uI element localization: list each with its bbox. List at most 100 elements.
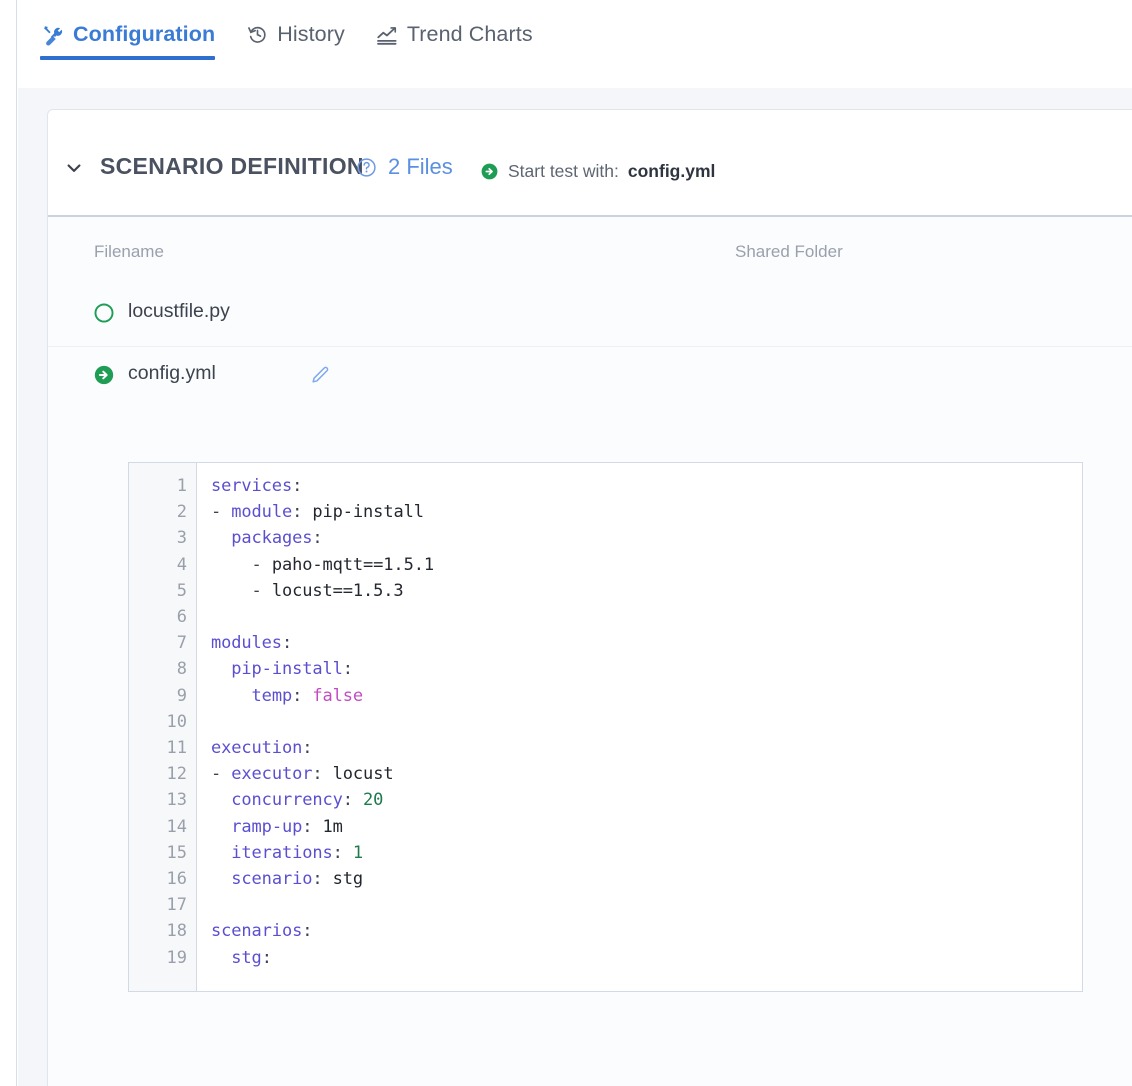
table-header-row: Filename Shared Folder: [48, 217, 1132, 285]
application-root: Configuration History Trend Charts SCENA…: [0, 0, 1132, 1086]
code-token: :: [312, 528, 323, 549]
code-line: execution:: [211, 735, 1082, 761]
code-line: - paho-mqtt==1.5.1: [211, 552, 1082, 578]
code-token: -: [211, 764, 232, 785]
section-title: SCENARIO DEFINITION: [100, 153, 364, 179]
tab-label: History: [277, 22, 345, 46]
tab-history[interactable]: History: [232, 22, 362, 60]
table-row[interactable]: config.yml: [48, 347, 1132, 408]
code-line: scenario: stg: [211, 866, 1082, 892]
code-token: iterations: [231, 842, 333, 863]
tab-configuration[interactable]: Configuration: [40, 22, 232, 60]
code-token: packages: [231, 528, 313, 549]
line-number: 17: [166, 895, 187, 916]
files-count-link[interactable]: 2 Files: [388, 154, 453, 180]
code-line: concurrency: 20: [211, 787, 1082, 813]
line-number: 18: [166, 921, 187, 942]
code-token: 20: [363, 790, 384, 811]
code-token: concurrency: [231, 790, 343, 811]
code-line: - executor: locust: [211, 761, 1082, 787]
code-token: :: [302, 738, 313, 759]
code-token: stg: [231, 947, 262, 968]
code-token: execution: [211, 738, 303, 759]
code-line: ramp-up: 1m: [211, 814, 1082, 840]
code-token: :: [312, 869, 333, 890]
code-line: iterations: 1: [211, 840, 1082, 866]
line-number: 4: [176, 554, 187, 575]
circle-outline-icon: [93, 302, 115, 324]
tab-active-indicator: [40, 56, 216, 60]
line-number: 19: [166, 947, 187, 968]
line-number: 7: [176, 633, 187, 654]
code-token: scenarios: [211, 921, 303, 942]
scenario-definition-card: SCENARIO DEFINITION 2 Files Start test w…: [48, 110, 1132, 1086]
code-line: services:: [211, 473, 1082, 499]
tab-label: Configuration: [73, 22, 216, 46]
code-token: :: [312, 764, 333, 785]
chevron-down-icon[interactable]: [63, 157, 85, 179]
code-token: paho-mqtt==1.5.1: [271, 554, 434, 575]
line-number: 2: [176, 502, 187, 523]
line-number: 15: [166, 842, 187, 863]
code-token: stg: [332, 869, 364, 890]
code-line: - module: pip-install: [211, 499, 1082, 525]
line-number: 8: [176, 659, 187, 680]
code-line: stg:: [211, 945, 1082, 971]
code-token: 1m: [322, 816, 343, 837]
code-token: -: [211, 580, 272, 601]
file-name: locustfile.py: [128, 300, 230, 322]
line-number: 10: [166, 711, 187, 732]
code-token: :: [292, 476, 303, 496]
start-test-filename: config.yml: [627, 161, 716, 181]
code-token: :: [332, 842, 353, 863]
pencil-edit-icon[interactable]: [310, 365, 331, 386]
tools-icon: [42, 24, 64, 46]
line-number: 9: [176, 685, 187, 706]
files-table: Filename Shared Folder locustfile.py con…: [48, 217, 1132, 1086]
code-token: pip-install: [231, 659, 343, 680]
code-token: -: [211, 554, 272, 575]
code-token: scenario: [231, 869, 313, 890]
line-number: 1: [176, 476, 187, 496]
tab-bar: Configuration History Trend Charts: [18, 0, 1132, 88]
code-content[interactable]: services: - module: pip-install packages:…: [197, 463, 1082, 991]
line-number: 14: [166, 816, 187, 837]
table-row[interactable]: locustfile.py: [48, 285, 1132, 347]
history-clock-icon: [246, 24, 268, 46]
code-token: modules: [211, 633, 282, 654]
question-circle-icon[interactable]: [356, 157, 377, 178]
code-token: -: [211, 502, 232, 523]
start-test-with[interactable]: Start test with: config.yml: [480, 161, 715, 182]
code-token: locust==1.5.3: [271, 580, 404, 601]
code-token: pip-install: [312, 502, 424, 523]
code-token: :: [281, 633, 293, 654]
line-number: 13: [166, 790, 187, 811]
code-token: :: [292, 502, 313, 523]
line-chart-icon: [376, 24, 398, 46]
line-number: 5: [176, 580, 187, 601]
code-token: :: [302, 816, 323, 837]
code-line: scenarios:: [211, 918, 1082, 944]
code-line: packages:: [211, 525, 1082, 551]
yaml-code-editor[interactable]: 1 2 3 4 5 6 7 8 9 10 11 12 13 14 15 16 17 18 19 services: -…: [128, 462, 1083, 992]
code-line: modules:: [211, 630, 1082, 656]
tab-trend-charts[interactable]: Trend Charts: [362, 22, 550, 60]
code-token: :: [342, 659, 353, 680]
start-test-label: Start test with:: [508, 161, 619, 181]
code-token: :: [261, 947, 272, 968]
line-number-gutter: 1 2 3 4 5 6 7 8 9 10 11 12 13 14 15 16 17 18 19: [129, 463, 197, 991]
code-token: temp: [251, 685, 293, 706]
file-name: config.yml: [128, 362, 216, 384]
left-rail: [0, 0, 17, 1086]
code-token: :: [302, 921, 313, 942]
